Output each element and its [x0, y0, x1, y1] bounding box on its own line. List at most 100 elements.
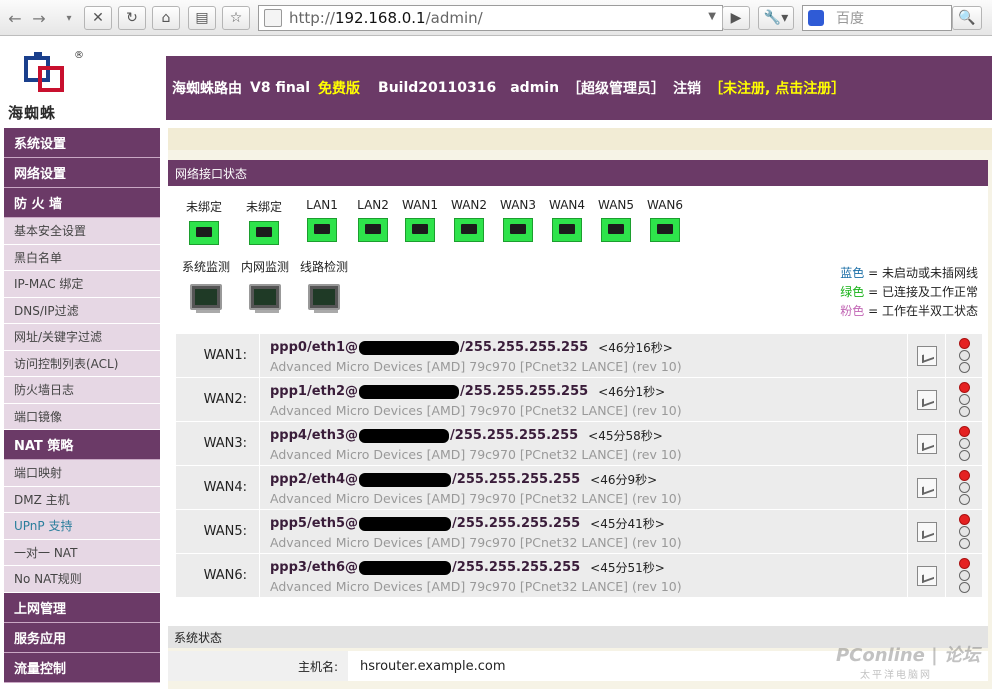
status-red-light-icon [958, 514, 970, 525]
monitor-label: 线路检测 [299, 260, 348, 274]
logout-link[interactable]: 注销 [673, 78, 701, 98]
wan-chart-cell [908, 422, 946, 465]
port-label: WAN5 [597, 198, 635, 212]
home-button[interactable]: ⌂ [152, 6, 180, 30]
wan-connection: ppp1/eth2@ /255.255.255.255 <46分1秒> [270, 383, 907, 400]
sidebar-item[interactable]: 端口映射 [4, 460, 160, 487]
wan-chart-cell [908, 466, 946, 509]
traffic-chart-icon[interactable] [916, 345, 937, 366]
back-icon[interactable]: ← [4, 6, 26, 30]
history-dropdown-icon[interactable]: ▾ [58, 6, 80, 30]
hostname-label: 主机名: [168, 651, 348, 681]
sidebar-item[interactable]: 端口镜像 [4, 403, 160, 430]
sidebar-item[interactable]: No NAT规则 [4, 566, 160, 593]
sidebar-item[interactable]: 一对一 NAT [4, 539, 160, 566]
traffic-chart-icon[interactable] [916, 521, 937, 542]
port-9[interactable]: WAN5 [598, 198, 634, 242]
wan-status-light [946, 510, 982, 553]
sidebar-item[interactable]: DMZ 主机 [4, 486, 160, 513]
search-button[interactable]: 🔍 [952, 6, 982, 30]
reload-button[interactable]: ↻ [118, 6, 146, 30]
status-off-light-icon [958, 538, 970, 549]
sidebar-item[interactable]: 防火墙日志 [4, 377, 160, 404]
monitor-3[interactable]: 线路检测 [294, 258, 354, 313]
sidebar-group[interactable]: 防 火 墙 [4, 188, 160, 218]
address-bar[interactable]: http://192.168.0.1/admin/ ▼ [258, 5, 723, 31]
legend-row: 绿色 = 已连接及工作正常 [818, 283, 978, 300]
monitor-2[interactable]: 内网监测 [235, 258, 295, 313]
sidebar-item[interactable]: 黑白名单 [4, 244, 160, 271]
bookmark-button[interactable]: ☆ [222, 6, 250, 30]
sidebar-item[interactable]: 基本安全设置 [4, 218, 160, 245]
sidebar-group[interactable]: NAT 策略 [4, 430, 160, 460]
forward-icon[interactable]: → [28, 6, 50, 30]
search-field[interactable]: 百度 [802, 5, 952, 31]
port-10[interactable]: WAN6 [647, 198, 683, 242]
wan-name: WAN6: [176, 554, 260, 597]
wan-name: WAN5: [176, 510, 260, 553]
sidebar-item[interactable]: IP-MAC 绑定 [4, 271, 160, 298]
sidebar-item[interactable]: 访问控制列表(ACL) [4, 350, 160, 377]
wan-status-light [946, 466, 982, 509]
port-8[interactable]: WAN4 [549, 198, 585, 242]
legend-text: = 未启动或未插网线 [864, 266, 978, 280]
port-label: 未绑定 [185, 200, 222, 214]
legend-text: = 已连接及工作正常 [864, 285, 978, 299]
port-2[interactable]: 未绑定 [246, 198, 282, 245]
monitor-1[interactable]: 系统监测 [176, 258, 236, 313]
traffic-chart-icon[interactable] [916, 433, 937, 454]
wan-chart-cell [908, 378, 946, 421]
status-off-light-icon [958, 394, 970, 405]
brand-logo: ® 海蜘蛛 [8, 44, 158, 124]
port-label: 未绑定 [245, 200, 282, 214]
watermark-tag: 论坛 [944, 645, 980, 666]
sidebar-group[interactable]: 服务应用 [4, 622, 160, 653]
main-content: 网络接口状态 未绑定 未绑定 LAN1 LAN2 WAN1 WAN2 WAN3 WAN4 WAN… [168, 128, 992, 689]
page-button[interactable]: ▤ [188, 6, 216, 30]
sidebar-group[interactable]: 上网管理 [4, 592, 160, 623]
browser-toolbar: ← → ▾ ✕ ↻ ⌂ ▤ ☆ http://192.168.0.1/admin… [0, 0, 992, 36]
wan-info: ppp3/eth6@ /255.255.255.255 <45分51秒> Advanc… [260, 554, 908, 597]
wan-info: ppp5/eth5@ /255.255.255.255 <45分41秒> Advanc… [260, 510, 908, 553]
traffic-chart-icon[interactable] [916, 389, 937, 410]
port-3[interactable]: LAN1 [304, 198, 340, 242]
wan-table: WAN1: ppp0/eth1@ /255.255.255.255 <46分16秒> A… [176, 334, 982, 598]
wan-mask: /255.255.255.255 [452, 560, 581, 575]
wan-nic: Advanced Micro Devices [AMD] 79c970 [PCn… [270, 403, 682, 418]
page-favicon-icon [264, 9, 282, 27]
wan-uptime: <45分41秒> [590, 517, 665, 531]
sidebar-group[interactable]: 网络设置 [4, 158, 160, 188]
sidebar-item[interactable]: 网址/关键字过滤 [4, 324, 160, 351]
port-5[interactable]: WAN1 [402, 198, 438, 242]
sidebar-group[interactable]: 流量控制 [4, 652, 160, 683]
sidebar-group[interactable]: 系统设置 [4, 128, 160, 158]
wan-chart-cell [908, 510, 946, 553]
traffic-chart-icon[interactable] [916, 565, 937, 586]
port-4[interactable]: LAN2 [355, 198, 391, 242]
baidu-icon [808, 10, 824, 26]
wan-iface: ppp3/eth6@ [270, 560, 359, 575]
wan-connection: ppp4/eth3@ /255.255.255.255 <45分58秒> [270, 427, 907, 444]
port-7[interactable]: WAN3 [500, 198, 536, 242]
ethernet-port-icon [405, 218, 435, 242]
port-1[interactable]: 未绑定 [186, 198, 222, 245]
register-link[interactable]: ［未注册, 点击注册］ [709, 78, 845, 98]
wan-status-light [946, 378, 982, 421]
port-6[interactable]: WAN2 [451, 198, 487, 242]
wan-row: WAN6: ppp3/eth6@ /255.255.255.255 <45分51秒> A… [176, 554, 982, 598]
address-dropdown-icon[interactable]: ▼ [708, 11, 716, 22]
port-label: WAN2 [450, 198, 488, 212]
tools-button[interactable]: 🔧▾ [758, 6, 794, 30]
stop-button[interactable]: ✕ [84, 6, 112, 30]
sidebar-item[interactable]: UPnP 支持 [4, 513, 160, 540]
legend-color-word: 绿色 [840, 285, 865, 299]
go-button[interactable]: ▶ [722, 6, 750, 30]
sidebar-item[interactable]: DNS/IP过滤 [4, 297, 160, 324]
build-label: Build20110316 [378, 80, 497, 96]
traffic-chart-icon[interactable] [916, 477, 937, 498]
wan-uptime: <46分16秒> [598, 341, 673, 355]
wan-connection: ppp3/eth6@ /255.255.255.255 <45分51秒> [270, 559, 907, 576]
monitor-label: 内网监测 [240, 260, 289, 274]
wan-status-light [946, 334, 982, 377]
wan-uptime: <45分51秒> [590, 561, 665, 575]
